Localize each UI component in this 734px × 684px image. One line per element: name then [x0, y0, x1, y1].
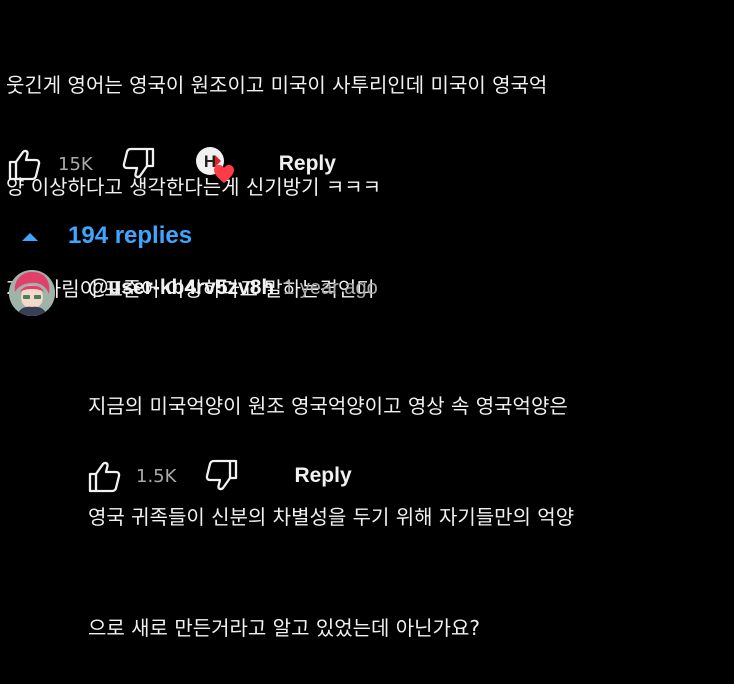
thumb-down-icon — [206, 459, 238, 491]
reply-header: @user-kb4rv5zv8h 1 year ago — [88, 276, 378, 300]
reply-button[interactable]: Reply — [279, 152, 336, 176]
reply-button[interactable]: Reply — [294, 464, 351, 488]
avatar[interactable] — [9, 270, 55, 316]
like-button[interactable] — [6, 146, 42, 182]
comment-line: 웃긴게 영어는 영국이 원조이고 미국이 사투리인데 미국이 영국억 — [6, 73, 548, 97]
like-count: 1.5K — [136, 465, 177, 487]
chevron-up-icon — [22, 233, 38, 241]
like-button[interactable] — [86, 458, 122, 494]
comment-actions: 15K H Reply — [6, 144, 336, 184]
thumb-down-icon — [122, 147, 154, 179]
thumb-up-icon — [8, 149, 41, 181]
avatar-image — [9, 270, 55, 316]
replies-count-label: 194 replies — [68, 222, 193, 249]
reply-line: 지금의 미국억양이 원조 영국억양이고 영상 속 영국억양은 — [88, 394, 568, 418]
reply-body: 지금의 미국억양이 원조 영국억양이고 영상 속 영국억양은 영국 귀족들이 신… — [88, 314, 728, 684]
dislike-button[interactable] — [121, 146, 157, 182]
creator-heart-badge: H — [193, 144, 239, 184]
reply-line: 영국 귀족들이 신분의 차별성을 두기 위해 자기들만의 억양 — [88, 505, 575, 529]
heart-icon — [213, 164, 234, 184]
replies-toggle[interactable]: 194 replies — [20, 218, 192, 254]
reply-author-handle[interactable]: @user-kb4rv5zv8h — [88, 276, 274, 300]
reply-timestamp[interactable]: 1 year ago — [283, 277, 378, 300]
reply-line: 으로 새로 만든거라고 알고 있었는데 아닌가요? — [88, 616, 481, 640]
thumb-up-icon — [88, 461, 121, 493]
reply-actions: 1.5K Reply — [86, 456, 352, 496]
dislike-button[interactable] — [204, 458, 240, 494]
like-count: 15K — [58, 153, 93, 175]
